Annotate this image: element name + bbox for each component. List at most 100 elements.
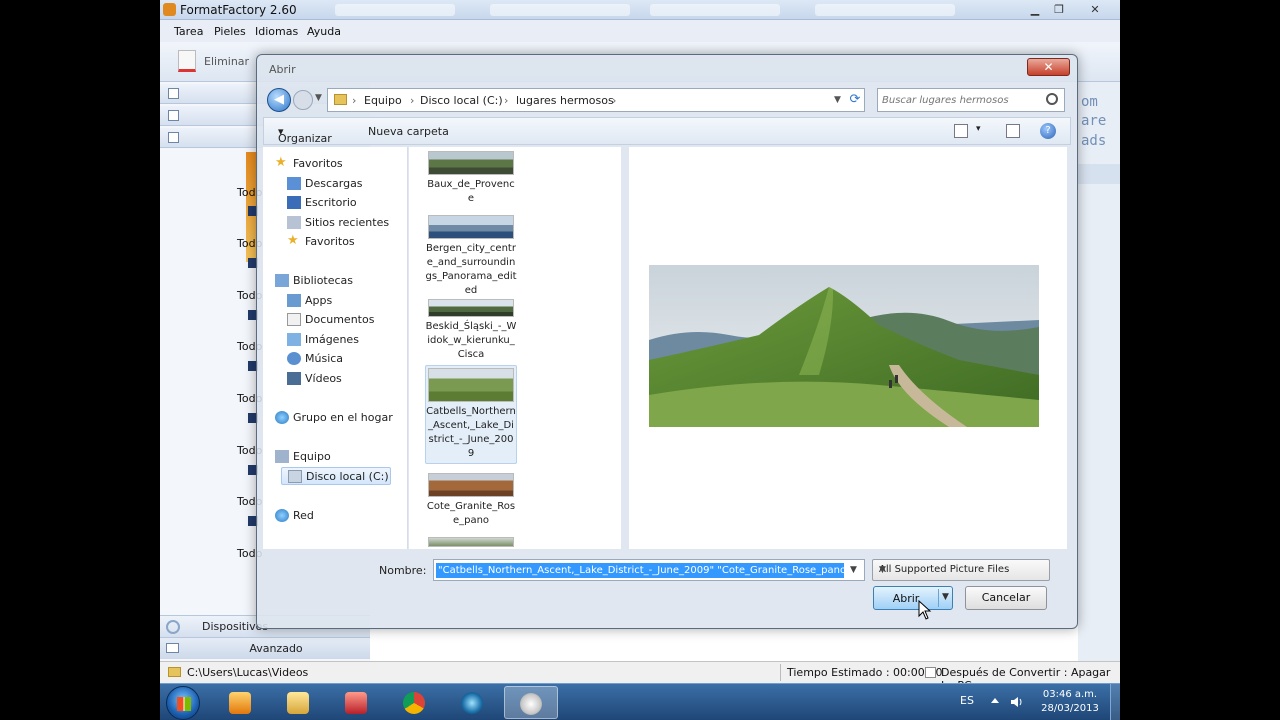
folder-icon[interactable] [168, 667, 181, 677]
recent-places-icon [287, 216, 301, 229]
change-view-icon[interactable] [954, 124, 968, 138]
file-list: Baux_de_Provence Bergen_city_centre_and_… [409, 147, 778, 550]
nav-label: Red [293, 509, 314, 522]
computer-icon [275, 450, 289, 463]
delete-icon[interactable] [178, 50, 196, 72]
taskbar-app[interactable] [330, 686, 384, 719]
maximize-button[interactable]: ❐ [1048, 1, 1070, 18]
cut-off-text: ads [1081, 133, 1107, 149]
folder-icon [287, 692, 309, 714]
menu-bar: Tarea Pieles Idiomas Ayuda [160, 20, 1120, 42]
cancel-button[interactable]: Cancelar [965, 586, 1047, 610]
menu-ayuda[interactable]: Ayuda [307, 25, 341, 38]
refresh-icon[interactable]: ⟳ [845, 90, 865, 110]
open-button[interactable]: Abrir ▼ [873, 586, 953, 610]
dialog-close-button[interactable]: ✕ [1027, 58, 1070, 76]
file-thumbnail [428, 215, 514, 239]
back-button[interactable]: ◀ [267, 88, 291, 112]
output-path[interactable]: C:\Users\Lucas\Videos [187, 666, 308, 679]
menu-tarea[interactable]: Tarea [174, 25, 203, 38]
nav-label: Vídeos [305, 372, 342, 385]
nav-label: Descargas [305, 177, 363, 190]
file-item[interactable]: Bergen_city_centre_and_surroundings_Pano… [425, 215, 517, 298]
breadcrumb-disco[interactable]: Disco local (C:) [420, 94, 503, 107]
filename-dropdown[interactable]: ▼ [850, 565, 857, 575]
downloads-icon [287, 177, 301, 190]
search-input[interactable] [882, 93, 1042, 108]
category-advanced[interactable]: Avanzado [160, 637, 370, 659]
address-dropdown[interactable]: ▼ [834, 95, 841, 105]
nav-label: Bibliotecas [293, 274, 354, 287]
close-window-button[interactable]: ✕ [1084, 1, 1106, 18]
clock[interactable]: 03:46 a.m. 28/03/2013 [1040, 688, 1100, 716]
documents-icon [287, 313, 301, 326]
taskbar-media-player[interactable] [214, 686, 268, 719]
new-folder-button[interactable]: Nueva carpeta [368, 125, 449, 138]
media-player-icon [229, 692, 251, 714]
mouse-cursor-icon [918, 600, 932, 620]
file-item[interactable]: Beskid_Śląski_-_Widok_w_kierunku_Cisca [425, 299, 517, 362]
estimated-time: Tiempo Estimado : 00:00:00 [787, 666, 943, 679]
forward-button[interactable] [293, 90, 313, 110]
file-item-selected[interactable]: Catbells_Northern_Ascent,_Lake_District_… [425, 365, 517, 464]
videos-icon [287, 372, 301, 385]
nav-label: Apps [305, 294, 333, 307]
breadcrumb-folder[interactable]: lugares hermosos [516, 94, 614, 107]
volume-icon[interactable] [1010, 695, 1024, 709]
file-item[interactable] [425, 537, 517, 550]
file-item[interactable]: Cote_Granite_Rose_pano [425, 473, 517, 528]
organize-label: Organizar [278, 132, 332, 145]
open-options-dropdown[interactable]: ▼ [942, 592, 949, 602]
file-thumbnail [428, 473, 514, 497]
globe-icon [461, 692, 483, 714]
filename-label: Nombre: [379, 564, 427, 577]
pictures-icon [287, 333, 301, 346]
nav-label: Sitios recientes [305, 216, 390, 229]
disk-icon [288, 470, 302, 483]
nav-label: Escritorio [305, 196, 357, 209]
devices-icon [166, 620, 180, 634]
menu-pieles[interactable]: Pieles [214, 25, 246, 38]
view-dropdown[interactable]: ▾ [976, 124, 981, 134]
preview-pane-icon[interactable] [1006, 124, 1020, 138]
cut-off-text: om [1081, 94, 1098, 110]
breadcrumb-separator: › [504, 94, 509, 107]
filetype-dropdown-icon: ▼ [879, 565, 886, 575]
filename-combobox[interactable]: ▼ [433, 559, 865, 581]
ghost-tab [815, 4, 955, 16]
breadcrumb-separator: › [612, 94, 617, 107]
nav-local-disk[interactable]: Disco local (C:) [281, 467, 391, 485]
nav-label: Favoritos [305, 235, 355, 248]
taskbar-explorer[interactable] [272, 686, 326, 719]
folder-icon [334, 94, 347, 105]
picture-icon [168, 132, 179, 143]
desktop-icon [287, 196, 301, 209]
ghost-tab [490, 4, 630, 16]
address-bar[interactable]: › Equipo › Disco local (C:) › lugares he… [327, 88, 865, 112]
search-box[interactable] [877, 88, 1065, 112]
help-icon[interactable]: ? [1040, 123, 1056, 139]
menu-idiomas[interactable]: Idiomas [255, 25, 298, 38]
taskbar-app2[interactable] [446, 686, 500, 719]
language-indicator[interactable]: ES [960, 694, 974, 707]
start-button[interactable] [166, 686, 200, 720]
show-desktop-button[interactable] [1110, 684, 1120, 720]
app-title: FormatFactory 2.60 [180, 3, 297, 17]
file-name: Catbells_Northern_Ascent,_Lake_District_… [426, 406, 516, 459]
delete-button[interactable]: Eliminar [204, 55, 249, 68]
organize-button[interactable]: Organizar ▾ [278, 125, 332, 145]
recent-locations-dropdown[interactable]: ▼ [315, 93, 322, 103]
audio-icon [168, 110, 179, 121]
show-hidden-icons[interactable] [991, 698, 999, 703]
taskbar-formatfactory[interactable] [504, 686, 558, 719]
minimize-button[interactable]: ▁ [1024, 1, 1046, 18]
after-convert-checkbox[interactable] [925, 667, 936, 678]
file-item[interactable]: Baux_de_Provence [425, 151, 517, 206]
libraries-icon [275, 274, 289, 287]
ghost-tab [650, 4, 780, 16]
taskbar-chrome[interactable] [388, 686, 442, 719]
breadcrumb-equipo[interactable]: Equipo [364, 94, 402, 107]
filetype-select[interactable]: All Supported Picture Files ▼ [872, 559, 1050, 581]
filename-input[interactable] [436, 563, 844, 578]
search-icon[interactable] [1046, 93, 1058, 105]
